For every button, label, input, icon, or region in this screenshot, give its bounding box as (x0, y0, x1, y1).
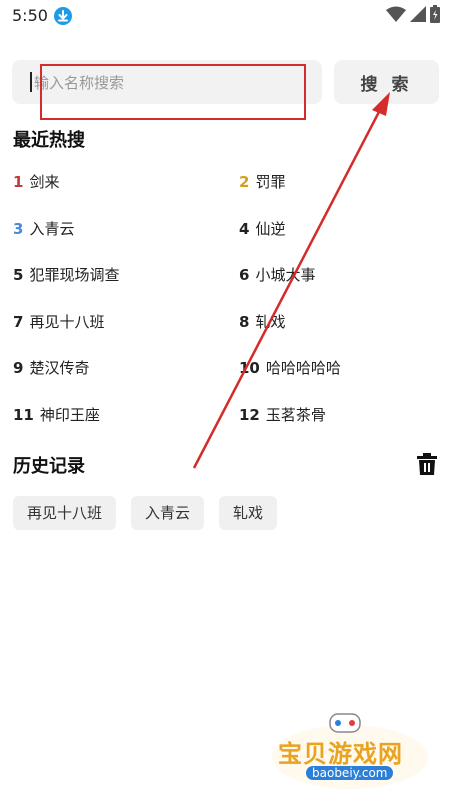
signal-icon (410, 6, 426, 26)
hot-search-name: 剑来 (29, 173, 60, 191)
hot-search-name: 哈哈哈哈哈 (265, 359, 341, 377)
hot-search-rank: 10 (239, 359, 260, 377)
hot-search-rank: 2 (239, 173, 250, 191)
hot-search-rank: 1 (13, 173, 24, 191)
status-time: 5:50 (12, 6, 48, 25)
history-chip[interactable]: 入青云 (131, 496, 205, 530)
hot-search-name: 犯罪现场调查 (29, 266, 120, 284)
hot-search-item[interactable]: 11 神印王座 (13, 399, 100, 431)
history-chip[interactable]: 轧戏 (219, 496, 278, 530)
hot-search-item[interactable]: 10 哈哈哈哈哈 (239, 352, 341, 384)
search-button[interactable]: 搜 索 (334, 60, 439, 104)
hot-search-rank: 11 (13, 405, 34, 424)
hot-search-item[interactable]: 7 再见十八班 (13, 306, 104, 338)
download-icon (54, 7, 72, 25)
hot-search-rank: 12 (239, 405, 260, 424)
history-title: 历史记录 (13, 456, 85, 477)
hot-search-name: 玉茗茶骨 (265, 405, 326, 424)
hot-search-item[interactable]: 8 轧戏 (239, 306, 285, 338)
history-chip[interactable]: 再见十八班 (13, 496, 117, 530)
hot-search-item[interactable]: 12 玉茗茶骨 (239, 399, 326, 431)
hot-search-rank: 7 (13, 312, 24, 331)
hot-search-item[interactable]: 2 罚罪 (239, 166, 285, 198)
hot-search-name: 仙逆 (255, 219, 286, 238)
hot-search-rank: 9 (13, 359, 24, 377)
hot-search-name: 楚汉传奇 (29, 359, 90, 377)
hot-search-name: 罚罪 (255, 173, 286, 191)
hot-search-rank: 6 (239, 266, 250, 284)
hot-search-item[interactable]: 6 小城大事 (239, 259, 315, 291)
search-box[interactable] (12, 60, 322, 106)
hot-search-item[interactable]: 3 入青云 (13, 213, 74, 245)
status-bar: 5:50 (0, 0, 452, 32)
history-list: 再见十八班 入青云 轧戏 (13, 496, 278, 530)
hot-search-name: 小城大事 (255, 266, 316, 284)
watermark-logo: 宝贝游戏网 baobeiy.com (270, 712, 430, 792)
watermark-url: baobeiy.com (306, 766, 394, 780)
hot-search-name: 入青云 (29, 219, 75, 238)
wifi-icon (386, 6, 406, 26)
status-icons (386, 5, 440, 27)
hot-search-name: 轧戏 (255, 312, 286, 331)
hot-search-rank: 4 (239, 219, 250, 238)
hot-search-item[interactable]: 1 剑来 (13, 166, 59, 198)
hot-search-item[interactable]: 5 犯罪现场调查 (13, 259, 119, 291)
hot-search-name: 再见十八班 (29, 312, 105, 331)
hot-search-title: 最近热搜 (13, 130, 85, 151)
hot-search-item[interactable]: 4 仙逆 (239, 213, 285, 245)
hot-search-name: 神印王座 (39, 405, 100, 424)
hot-search-rank: 3 (13, 219, 24, 238)
hot-search-rank: 5 (13, 266, 24, 284)
watermark-text: 宝贝游戏网 (278, 740, 403, 768)
hot-search-item[interactable]: 9 楚汉传奇 (13, 352, 89, 384)
trash-icon[interactable] (417, 453, 437, 475)
hot-search-rank: 8 (239, 312, 250, 331)
search-input[interactable] (32, 60, 316, 106)
battery-icon (430, 5, 440, 27)
